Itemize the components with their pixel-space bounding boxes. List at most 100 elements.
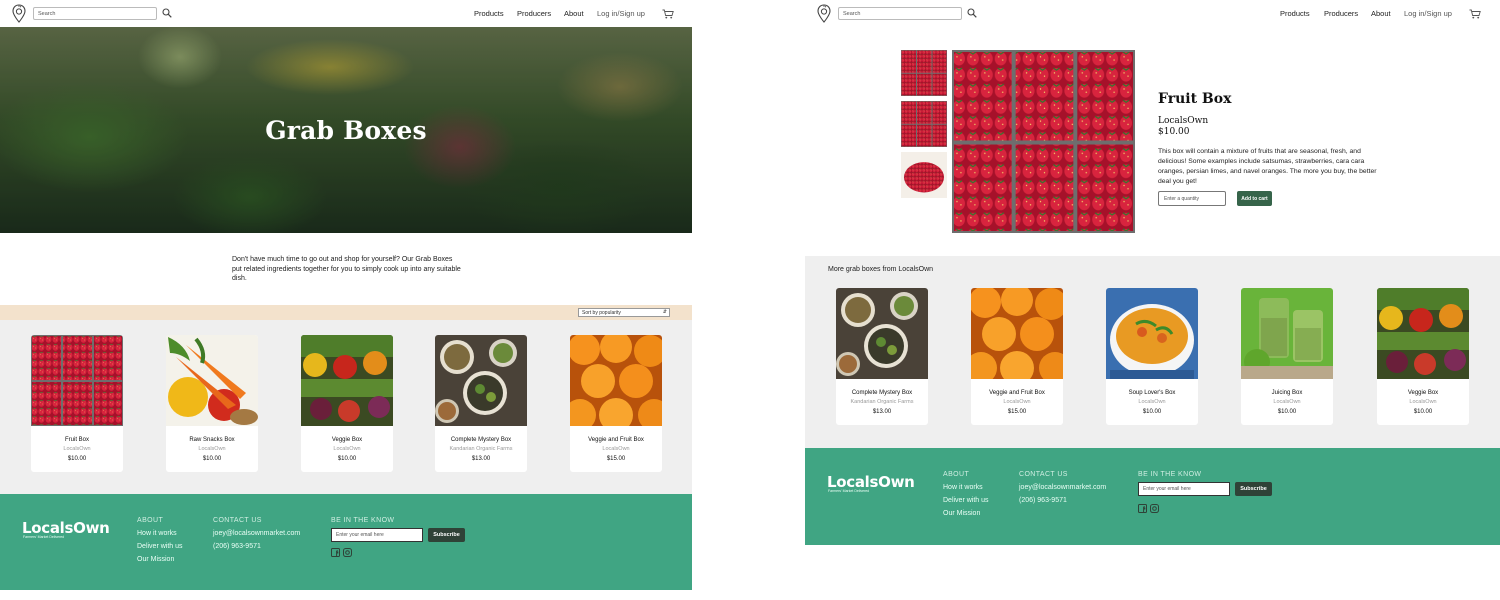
nav-about[interactable]: About [1371, 9, 1391, 18]
product-image [166, 335, 258, 428]
product-producer: Kandarian Organic Farms [449, 446, 513, 452]
product-image [570, 335, 662, 432]
facebook-icon[interactable] [1138, 504, 1147, 513]
product-card[interactable]: Complete Mystery Box Kandarian Organic F… [435, 335, 527, 472]
site-header: Products Producers About Log in/Sign up [805, 0, 1500, 27]
product-price: $13.00 [872, 409, 892, 415]
subscribe-button[interactable]: Subscribe [1235, 482, 1272, 496]
cart-icon[interactable] [662, 9, 674, 19]
product-producer: LocalsOwn [602, 446, 630, 452]
logo-pin-icon[interactable] [12, 4, 26, 23]
product-price: $10.00 [67, 456, 87, 462]
contact-phone: (206) 963-9571 [213, 543, 261, 550]
product-card[interactable]: Juicing Box LocalsOwn $10.00 [1241, 288, 1333, 425]
product-image [435, 335, 527, 426]
instagram-icon[interactable] [343, 548, 352, 557]
instagram-icon[interactable] [1150, 504, 1159, 513]
nav-products[interactable]: Products [1280, 9, 1310, 18]
contact-email[interactable]: joey@localsownmarket.com [1019, 484, 1106, 491]
product-price: $10.00 [337, 456, 357, 462]
product-card[interactable]: Raw Snacks Box LocalsOwn $10.00 [166, 335, 258, 472]
newsletter-email-input[interactable] [331, 528, 423, 542]
product-name: Veggie Box [1407, 390, 1439, 396]
product-image [1106, 288, 1198, 381]
product-price: $10.00 [1142, 409, 1162, 415]
footer-link-deliver[interactable]: Deliver with us [943, 497, 989, 504]
newsletter-email-input[interactable] [1138, 482, 1230, 496]
add-to-cart-button[interactable]: Add to cart [1237, 191, 1272, 206]
nav-producers[interactable]: Producers [1324, 9, 1358, 18]
product-main-image [952, 50, 1135, 233]
search-input[interactable] [33, 7, 157, 20]
product-price: $13.00 [471, 456, 491, 462]
sort-bar: Sort by popularity ⇵ [0, 305, 692, 320]
gallery-thumbnail[interactable] [901, 101, 947, 147]
nav-products[interactable]: Products [474, 9, 504, 18]
more-grab-boxes-section: More grab boxes from LocalsOwn Complete … [805, 256, 1500, 448]
contact-email[interactable]: joey@localsownmarket.com [213, 530, 300, 537]
product-image [31, 335, 123, 426]
product-name: Raw Snacks Box [189, 437, 235, 443]
gallery-thumbnail[interactable] [901, 50, 947, 96]
nav-login[interactable]: Log in/Sign up [597, 9, 645, 18]
sort-dropdown[interactable]: Sort by popularity ⇵ [578, 308, 670, 317]
product-producer[interactable]: LocalsOwn [1158, 116, 1208, 126]
quantity-input[interactable] [1158, 191, 1226, 206]
product-title: Fruit Box [1158, 91, 1232, 107]
product-name: Complete Mystery Box [450, 437, 512, 443]
newsletter-heading: BE IN THE KNOW [331, 517, 395, 524]
contact-phone: (206) 963-9571 [1019, 497, 1067, 504]
product-producer: LocalsOwn [198, 446, 226, 452]
footer-link-how-it-works[interactable]: How it works [137, 530, 177, 537]
footer-tagline: Farmers' Market Delivered [23, 535, 65, 539]
footer-link-how-it-works[interactable]: How it works [943, 484, 983, 491]
product-name: Veggie Box [331, 437, 363, 443]
product-price: $15.00 [1007, 409, 1027, 415]
subscribe-button[interactable]: Subscribe [428, 528, 465, 542]
contact-heading: CONTACT US [213, 517, 262, 524]
product-price: $15.00 [606, 456, 626, 462]
facebook-icon[interactable] [331, 548, 340, 557]
product-card[interactable]: Complete Mystery Box Kandarian Organic F… [836, 288, 928, 425]
newsletter-heading: BE IN THE KNOW [1138, 471, 1202, 478]
product-card[interactable]: Veggie and Fruit Box LocalsOwn $15.00 [570, 335, 662, 472]
logo-pin-icon[interactable] [817, 4, 831, 23]
product-name: Veggie and Fruit Box [588, 437, 644, 443]
product-card[interactable]: Veggie and Fruit Box LocalsOwn $15.00 [971, 288, 1063, 425]
product-producer: Kandarian Organic Farms [850, 399, 914, 405]
product-price: $10.00 [202, 456, 222, 462]
product-card[interactable]: Veggie Box LocalsOwn $10.00 [1377, 288, 1469, 425]
product-image [836, 288, 928, 379]
product-card[interactable]: Veggie Box LocalsOwn $10.00 [301, 335, 393, 472]
product-name: Juicing Box [1271, 390, 1303, 396]
gallery-thumbnail[interactable] [901, 152, 947, 198]
hero-banner: Grab Boxes [0, 27, 692, 233]
nav-about[interactable]: About [564, 9, 584, 18]
footer-link-deliver[interactable]: Deliver with us [137, 543, 183, 550]
section-title: More grab boxes from LocalsOwn [828, 266, 934, 273]
product-price: $10.00 [1158, 127, 1190, 137]
product-producer: LocalsOwn [1273, 399, 1301, 405]
product-producer: LocalsOwn [1003, 399, 1031, 405]
nav-producers[interactable]: Producers [517, 9, 551, 18]
product-card[interactable]: Fruit Box LocalsOwn $10.00 [31, 335, 123, 472]
search-input[interactable] [838, 7, 962, 20]
product-detail-page: Products Producers About Log in/Sign up … [805, 0, 1500, 590]
intro-text: Don't have much time to go out and shop … [232, 256, 461, 283]
footer-link-mission[interactable]: Our Mission [137, 556, 174, 563]
product-name: Soup Lover's Box [1128, 390, 1176, 396]
product-price: $10.00 [1277, 409, 1297, 415]
product-card[interactable]: Soup Lover's Box LocalsOwn $10.00 [1106, 288, 1198, 425]
sort-label: Sort by popularity [582, 310, 621, 316]
grab-boxes-listing-page: Products Producers About Log in/Sign up … [0, 0, 692, 590]
nav-login[interactable]: Log in/Sign up [1404, 9, 1452, 18]
footer-link-mission[interactable]: Our Mission [943, 510, 980, 517]
cart-icon[interactable] [1469, 9, 1481, 19]
product-grid: Fruit Box LocalsOwn $10.00 Raw Snacks Bo… [0, 320, 692, 494]
product-producer: LocalsOwn [333, 446, 361, 452]
product-price: $10.00 [1413, 409, 1433, 415]
product-image [1377, 288, 1469, 379]
search-icon[interactable] [967, 8, 977, 18]
about-heading: ABOUT [137, 517, 164, 524]
search-icon[interactable] [162, 8, 172, 18]
